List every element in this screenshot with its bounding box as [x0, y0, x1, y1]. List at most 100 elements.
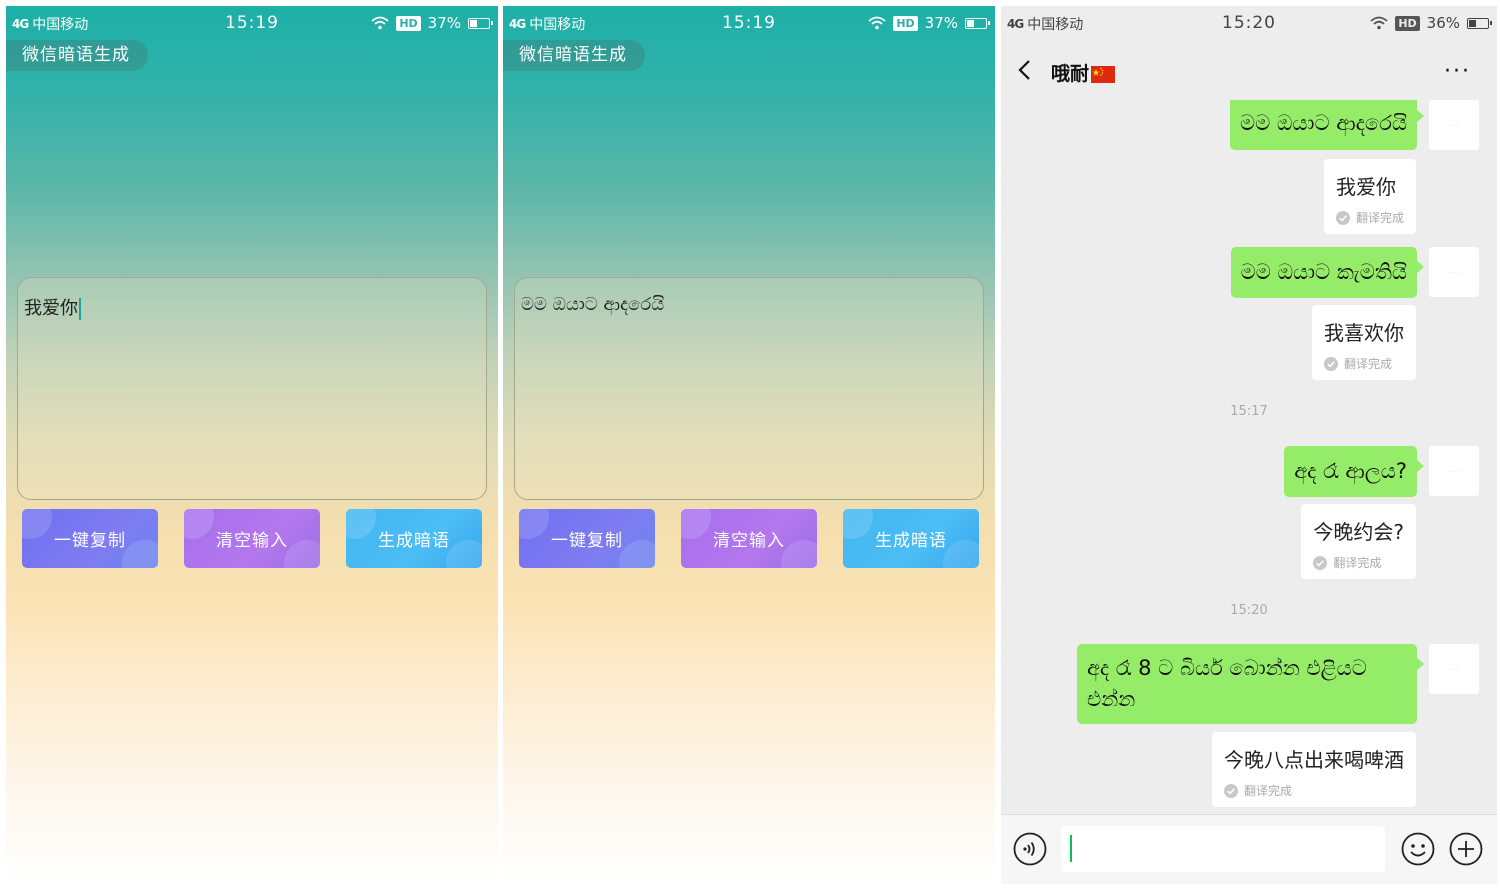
- text-input-area[interactable]: මම ඔයාට ආදරෙයි: [514, 277, 984, 500]
- status-left: 4G 中国移动: [1007, 14, 1083, 34]
- status-bar: 4G 中国移动 15:19 HD 37%: [503, 6, 995, 40]
- hd-badge: HD: [893, 15, 918, 31]
- sent-message-bubble[interactable]: මම ඔයාට කැමතියි: [1230, 247, 1425, 298]
- message-text-line-2: එන්න: [1087, 687, 1136, 711]
- status-right: HD 37%: [371, 14, 493, 32]
- translation-text: 我喜欢你: [1324, 321, 1404, 345]
- translation-text: 今晚八点出来喝啤酒: [1224, 748, 1404, 772]
- clear-input-button[interactable]: 清空输入: [681, 509, 817, 568]
- translation-status-text: 翻译完成: [1333, 556, 1382, 570]
- avatar-image: · · · · ·: [1448, 468, 1460, 474]
- translation-text: 今晚约会?: [1313, 520, 1404, 544]
- input-text: 我爱你: [24, 298, 78, 319]
- chat-title: 哦耐: [1051, 59, 1116, 86]
- translation-status-text: 翻译完成: [1344, 357, 1393, 371]
- app-title: 微信暗语生成: [6, 40, 148, 71]
- generate-button[interactable]: 生成暗语: [843, 509, 979, 568]
- status-left: 4G 中国移动: [509, 14, 585, 34]
- chat-screen: 4G 中国移动 15:20 HD 36% 哦耐 ··· මම ඔයාට ආදරෙ…: [1001, 6, 1497, 884]
- carrier-label: 中国移动: [1027, 17, 1084, 33]
- text-caret: [79, 298, 81, 320]
- wifi-icon: [371, 16, 389, 30]
- message-text: මම ඔයාට කැමතියි: [1240, 260, 1407, 284]
- translation-text: 我爱你: [1335, 175, 1396, 199]
- translation-status-text: 翻译完成: [1355, 211, 1404, 225]
- avatar[interactable]: · · · · ·: [1429, 446, 1479, 496]
- avatar[interactable]: · · · · ·: [1429, 247, 1479, 297]
- status-bar: 4G 中国移动 15:20 HD 36%: [1001, 6, 1497, 40]
- copy-button[interactable]: 一键复制: [22, 509, 158, 568]
- sent-message-bubble[interactable]: මම ඔයාට ආදරෙයි: [1230, 100, 1424, 150]
- battery-icon: [1467, 17, 1492, 29]
- generator-screen-1: 4G 中国移动 15:19 HD 37% 微信暗语生成 我爱你 一键复制 清空输…: [6, 6, 498, 884]
- battery-percent: 36%: [1426, 14, 1460, 32]
- translation-status: 翻译完成: [1335, 209, 1404, 226]
- clear-input-button[interactable]: 清空输入: [184, 509, 320, 568]
- avatar[interactable]: · · · · ·: [1429, 100, 1479, 150]
- translation-status-text: 翻译完成: [1244, 784, 1293, 798]
- china-flag-icon: [1091, 66, 1116, 83]
- hd-badge: HD: [396, 15, 421, 31]
- app-title: 微信暗语生成: [503, 40, 645, 71]
- translation-status: 翻译完成: [1224, 782, 1404, 799]
- check-circle-icon: [1324, 356, 1338, 371]
- battery-icon: [468, 17, 493, 29]
- message-text: අද රෑ ආලය?: [1294, 459, 1407, 483]
- battery-percent: 37%: [427, 14, 461, 32]
- sent-message-bubble[interactable]: අද රෑ ආලය?: [1284, 446, 1424, 497]
- status-right: HD 36%: [1370, 14, 1492, 32]
- plus-icon[interactable]: [1449, 832, 1483, 866]
- message-input[interactable]: [1061, 826, 1385, 872]
- clear-button-label: 清空输入: [216, 531, 288, 551]
- status-bar: 4G 中国移动 15:19 HD 37%: [6, 6, 498, 40]
- avatar-image: · · · · ·: [1448, 269, 1460, 275]
- generate-button[interactable]: 生成暗语: [346, 509, 482, 568]
- signal-icon: 4G: [1007, 17, 1024, 31]
- clear-button-label: 清空输入: [713, 531, 785, 551]
- battery-percent: 37%: [924, 14, 958, 32]
- generate-button-label: 生成暗语: [378, 531, 450, 551]
- emoji-icon[interactable]: [1401, 832, 1435, 866]
- check-circle-icon: [1313, 555, 1328, 570]
- copy-button-label: 一键复制: [54, 531, 126, 551]
- text-input-area[interactable]: 我爱你: [17, 277, 487, 500]
- back-icon[interactable]: [1015, 58, 1035, 82]
- translation-status: 翻译完成: [1313, 554, 1404, 571]
- translation-card[interactable]: 我爱你 翻译完成: [1323, 159, 1416, 234]
- translation-status: 翻译完成: [1324, 355, 1404, 372]
- chat-title-text: 哦耐: [1051, 63, 1090, 85]
- chat-input-bar: [1001, 814, 1497, 884]
- timestamp: 15:20: [1230, 603, 1268, 618]
- wifi-icon: [1370, 16, 1388, 30]
- message-text-line-1: අද රෑ 8 ට බියර් බොන්න එළියට: [1087, 656, 1367, 680]
- signal-icon: 4G: [12, 17, 29, 31]
- input-text: මම ඔයාට ආදරෙයි: [521, 294, 665, 315]
- status-left: 4G 中国移动: [12, 14, 88, 34]
- more-options-icon[interactable]: ···: [1444, 61, 1471, 83]
- generator-screen-2: 4G 中国移动 15:19 HD 37% 微信暗语生成 මම ඔයාට ආදරෙ…: [503, 6, 995, 884]
- wifi-icon: [868, 16, 886, 30]
- avatar-image: · · · · ·: [1448, 666, 1460, 672]
- avatar-image: · · · · ·: [1448, 122, 1460, 128]
- translation-card[interactable]: 今晚约会? 翻译完成: [1301, 504, 1416, 579]
- input-caret: [1070, 835, 1072, 862]
- check-circle-icon: [1335, 210, 1350, 225]
- signal-icon: 4G: [509, 17, 526, 31]
- translation-card[interactable]: 今晚八点出来喝啤酒 翻译完成: [1212, 732, 1416, 807]
- generate-button-label: 生成暗语: [875, 531, 947, 551]
- avatar[interactable]: · · · · ·: [1429, 644, 1479, 694]
- voice-icon[interactable]: [1013, 832, 1047, 866]
- carrier-label: 中国移动: [529, 17, 586, 33]
- battery-icon: [965, 17, 990, 29]
- timestamp: 15:17: [1230, 404, 1268, 419]
- copy-button-label: 一键复制: [551, 531, 623, 551]
- check-circle-icon: [1224, 783, 1238, 798]
- copy-button[interactable]: 一键复制: [519, 509, 655, 568]
- carrier-label: 中国移动: [32, 17, 89, 33]
- translation-card[interactable]: 我喜欢你 翻译完成: [1312, 305, 1416, 380]
- hd-badge: HD: [1395, 15, 1420, 31]
- chat-header: 哦耐 ···: [1001, 40, 1497, 100]
- sent-message-bubble[interactable]: අද රෑ 8 ට බියර් බොන්න එළියට එන්න: [1077, 644, 1424, 724]
- message-text: මම ඔයාට ආදරෙයි: [1240, 110, 1407, 135]
- status-right: HD 37%: [868, 14, 990, 32]
